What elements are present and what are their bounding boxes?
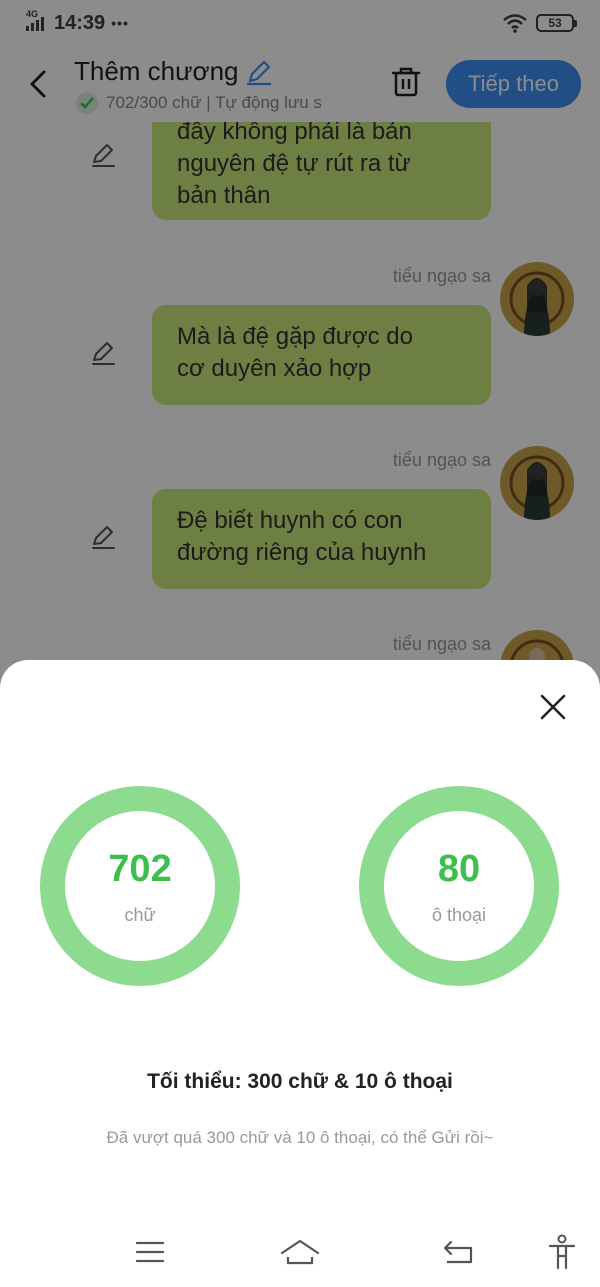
notification-dots: ••• xyxy=(111,15,129,31)
dialog-count-ring: 80 ô thoại xyxy=(359,786,559,986)
menu-icon xyxy=(135,1241,165,1263)
close-button[interactable] xyxy=(536,690,570,724)
network-type: 4G xyxy=(26,9,39,19)
status-right: 53 xyxy=(502,13,577,33)
battery-level: 53 xyxy=(548,16,562,30)
accessibility-icon xyxy=(548,1234,576,1270)
status-left: 4G 14:39 ••• xyxy=(26,9,129,35)
home-icon xyxy=(280,1239,320,1265)
accessibility-button[interactable] xyxy=(542,1234,582,1270)
dialog-count-value: 80 xyxy=(437,847,481,890)
battery-icon: 53 xyxy=(536,14,577,32)
system-nav-bar xyxy=(0,1220,600,1287)
nav-menu-button[interactable] xyxy=(130,1234,170,1270)
return-icon xyxy=(443,1240,473,1264)
minimum-requirement: Tối thiểu: 300 chữ & 10 ô thoại xyxy=(147,1070,453,1093)
signal-icon: 4G xyxy=(26,9,44,31)
nav-home-button[interactable] xyxy=(280,1234,320,1270)
close-icon xyxy=(540,694,566,720)
dialog-count-unit: ô thoại xyxy=(431,904,487,925)
word-count-unit: chữ xyxy=(124,904,156,925)
nav-back-button[interactable] xyxy=(438,1234,478,1270)
word-count-sheet: 702 chữ 80 ô thoại Tối thiểu: 300 chữ & … xyxy=(0,660,600,1287)
word-count-value: 702 xyxy=(108,847,172,890)
wifi-icon xyxy=(503,14,527,33)
status-bar: 4G 14:39 ••• 53 xyxy=(0,0,600,46)
submit-hint: Đã vượt quá 300 chữ và 10 ô thoại, có th… xyxy=(106,1128,494,1147)
word-count-ring: 702 chữ xyxy=(40,786,240,986)
clock: 14:39 xyxy=(54,11,106,34)
